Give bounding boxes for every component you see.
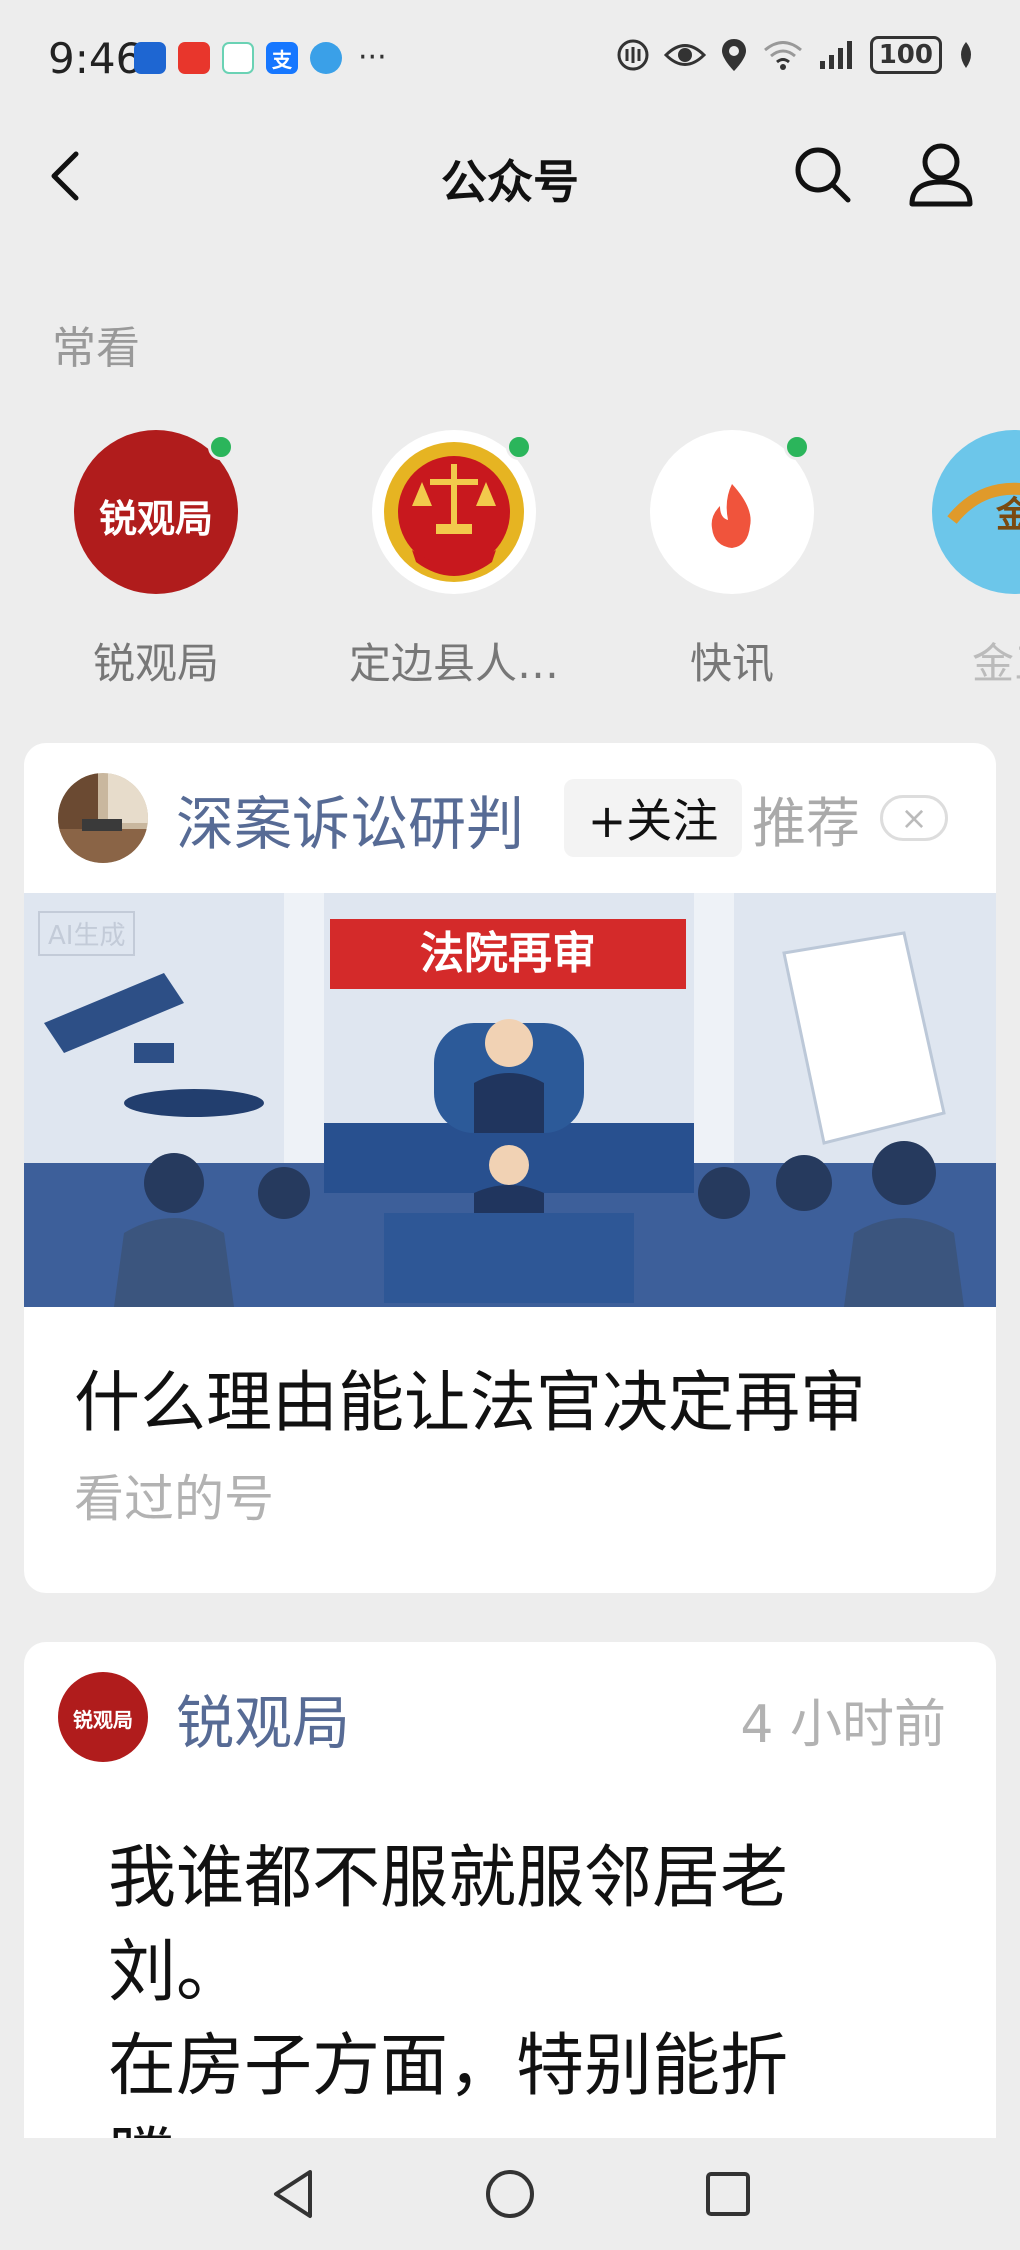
app-icon-5 <box>310 42 342 74</box>
avatar-text: 金 <box>995 495 1020 536</box>
unread-dot <box>506 434 532 460</box>
article-cover-image[interactable]: 法院再审 AI生成 <box>24 893 996 1307</box>
card-header: 深案诉讼研判 +关注 推荐 × <box>24 743 996 893</box>
avatar-text: 锐观局 <box>98 496 213 541</box>
office-photo-icon <box>58 773 148 863</box>
unread-dot <box>784 434 810 460</box>
more-notifications-icon: ··· <box>358 40 387 75</box>
search-icon[interactable] <box>790 142 854 206</box>
frequent-account-name: 锐观局 <box>92 639 219 688</box>
notification-icons: 支 ··· <box>134 42 387 74</box>
account-name[interactable]: 深案诉讼研判 <box>176 777 524 861</box>
system-back-icon[interactable] <box>264 2164 324 2224</box>
official-accounts-screen: 9:46 支 ··· 100 公众号 常看 锐观局 锐观局 定边县人… 快讯 金… <box>0 0 1020 2250</box>
system-navigation-bar <box>0 2138 1020 2250</box>
system-home-icon[interactable] <box>480 2164 540 2224</box>
unread-dot <box>208 434 234 460</box>
follow-button[interactable]: +关注 <box>564 779 742 857</box>
account-name[interactable]: 锐观局 <box>176 1676 350 1760</box>
app-icon-2 <box>178 42 210 74</box>
avatar <box>372 430 536 594</box>
recommend-tag: 推荐 <box>752 792 860 855</box>
frequent-account-item[interactable]: 锐观局 锐观局 <box>46 420 266 690</box>
avatar[interactable]: 锐观局 <box>58 1672 148 1762</box>
dismiss-button[interactable]: × <box>880 795 948 841</box>
nfc-icon <box>617 39 649 71</box>
frequent-account-item[interactable]: 快讯 <box>622 420 842 690</box>
post-timestamp: 4 小时前 <box>740 1695 946 1755</box>
location-icon <box>721 39 746 71</box>
battery-indicator: 100 <box>869 36 942 74</box>
avatar: 金 <box>932 430 1020 594</box>
recommended-article-card[interactable]: 深案诉讼研判 +关注 推荐 × 法院再审 AI生成 什么理由能让法官决定再审 看… <box>24 743 996 1593</box>
frequent-account-name: 定边县人… <box>348 639 559 688</box>
status-right-icons: 100 <box>616 36 976 74</box>
post-card[interactable]: 锐观局 锐观局 4 小时前 我谁都不服就服邻居老 刘。 在房子方面，特别能折 腾 <box>24 1642 996 2142</box>
leaf-icon <box>961 42 971 68</box>
avatar <box>650 430 814 594</box>
user-profile-icon[interactable] <box>906 138 976 208</box>
nav-bar: 公众号 <box>0 120 1020 230</box>
cover-watermark: AI生成 <box>38 911 136 956</box>
alipay-icon: 支 <box>266 42 298 74</box>
signal-icon <box>819 41 852 69</box>
avatar-text: 锐观局 <box>73 1708 133 1732</box>
card-header: 锐观局 锐观局 4 小时前 <box>24 1642 996 1792</box>
post-text[interactable]: 我谁都不服就服邻居老 刘。 在房子方面，特别能折 腾 <box>108 1832 868 2142</box>
avatar: 锐观局 <box>74 430 238 594</box>
article-title[interactable]: 什么理由能让法官决定再审 <box>74 1349 866 1445</box>
system-recents-icon[interactable] <box>698 2164 758 2224</box>
frequent-account-item[interactable]: 金 金三 <box>904 420 1020 690</box>
eye-icon <box>663 44 706 66</box>
frequent-account-item[interactable]: 定边县人… <box>336 420 572 690</box>
page-title: 公众号 <box>441 155 579 209</box>
frequent-accounts-row: 锐观局 锐观局 定边县人… 快讯 金 金 <box>0 420 1020 690</box>
frequent-section-label: 常看 <box>52 323 140 374</box>
app-icon-3 <box>222 42 254 74</box>
article-subtitle: 看过的号 <box>74 1470 274 1528</box>
avatar[interactable] <box>58 773 148 863</box>
status-time: 9:46 <box>48 34 143 83</box>
wifi-icon <box>763 41 802 70</box>
frequent-account-name: 金三 <box>971 639 1020 688</box>
app-icon-1 <box>134 42 166 74</box>
frequent-account-name: 快讯 <box>689 639 774 688</box>
status-bar: 9:46 支 ··· 100 <box>0 0 1020 120</box>
cover-banner-text: 法院再审 <box>330 919 686 989</box>
